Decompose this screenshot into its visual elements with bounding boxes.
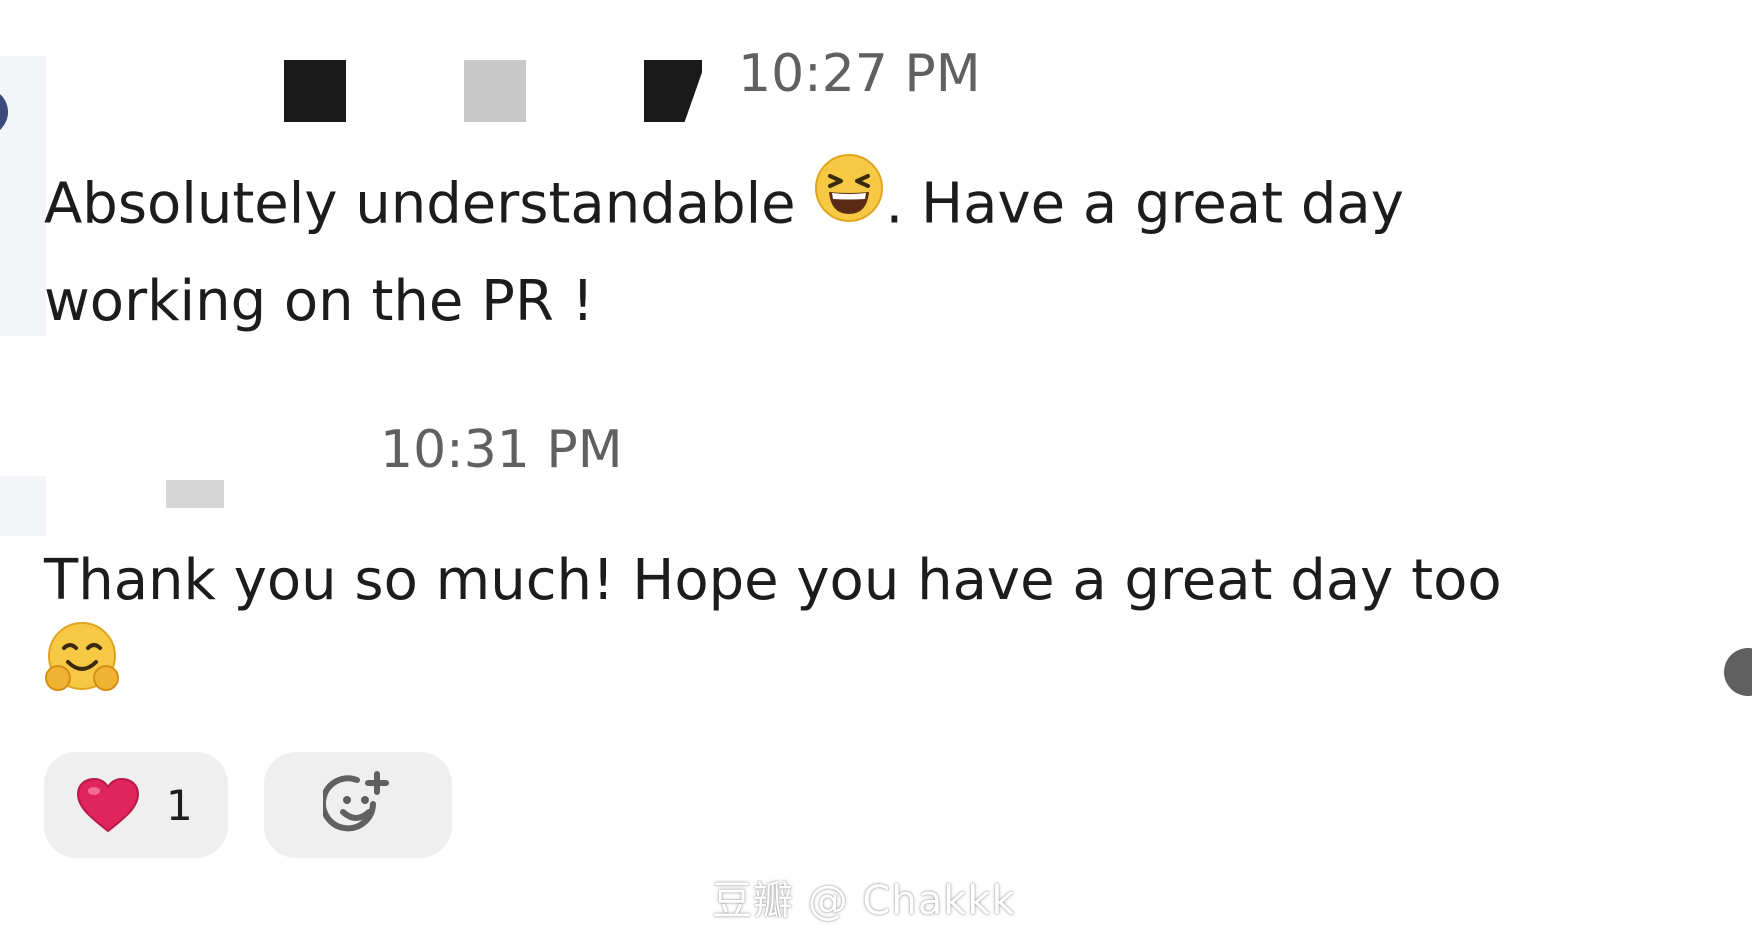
redacted-name-block [644,60,702,122]
hugging-face-icon [44,620,120,723]
message-text: Absolutely understandable . Have a great… [44,154,1564,347]
reaction-heart-button[interactable]: 1 [44,752,228,858]
redacted-name-block [464,60,526,122]
avatar-placeholder [0,476,46,536]
message-text-part: Absolutely understandable [44,171,814,237]
avatar-placeholder [0,56,46,336]
message-text-part: Thank you so much! Hope you have a great… [44,548,1502,613]
message-text: Thank you so much! Hope you have a great… [44,536,1564,729]
watermark: 豆瓣 @ Chakkk [712,878,1016,924]
reply-arrow-icon[interactable] [1724,648,1752,696]
redacted-name-block [284,60,346,122]
message-timestamp[interactable]: 10:31 PM [380,420,623,480]
message-timestamp[interactable]: 10:27 PM [738,44,981,104]
add-reaction-icon [320,770,393,840]
red-heart-icon [76,777,140,833]
redacted-name-block [166,480,224,508]
add-reaction-button[interactable] [264,752,452,858]
laughing-face-icon [813,152,885,251]
reaction-count: 1 [166,780,193,830]
